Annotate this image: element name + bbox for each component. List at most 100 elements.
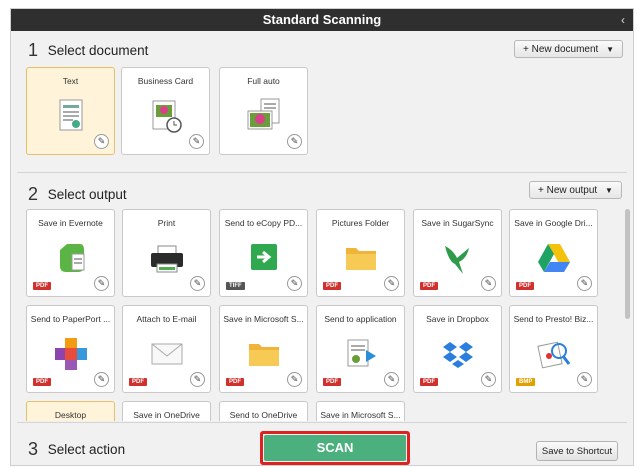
send-to-application-icon [347,339,376,367]
section-1-number: 1 [28,40,39,60]
document-tile-text[interactable]: Text ✎ [26,67,115,155]
section-1-title: Select document [47,43,149,58]
tile-label: Print [157,218,176,228]
output-tile-microsoft-sharepoint[interactable]: Save in Microsoft S... PDF ✎ [219,305,308,393]
standard-scanning-window: Standard Scanning ‹ 1 Select document + … [10,8,634,466]
edit-icon[interactable]: ✎ [384,276,399,291]
output-tile-print[interactable]: Print ✎ [122,209,211,297]
edit-icon[interactable]: ✎ [287,276,302,291]
edit-icon[interactable]: ✎ [577,372,592,387]
section-2-header: 2 Select output [28,184,127,205]
tiff-badge: TIFF [226,282,245,290]
output-tile-paperport[interactable]: Send to PaperPort ... PDF ✎ [26,305,115,393]
bmp-badge: BMP [516,378,536,386]
tile-frame: Save in Microsoft S... [316,401,405,421]
tile-label: Desktop [54,410,87,420]
tile-frame: Desktop [26,401,115,421]
edit-icon[interactable]: ✎ [481,372,496,387]
plus-icon: + [523,44,529,55]
collapse-icon[interactable]: ‹ [621,9,625,31]
new-output-label: New output [546,185,598,196]
window-title: Standard Scanning [262,12,382,27]
section-1-header: 1 Select document [28,40,148,61]
tile-label: Save in Evernote [38,218,103,228]
section-2-number: 2 [28,184,39,204]
edit-icon[interactable]: ✎ [189,134,204,149]
tile-label: Send to eCopy PD... [224,218,303,228]
paperport-icon [54,338,87,370]
section-divider [17,422,627,423]
business-card-icon [152,100,182,133]
edit-icon[interactable]: ✎ [190,276,205,291]
edit-icon[interactable]: ✎ [384,372,399,387]
tile-label: Save in Microsoft S... [320,410,401,420]
edit-icon[interactable]: ✎ [577,276,592,291]
new-output-button[interactable]: + New output ▼ [529,181,622,199]
tile-frame: Save in OneDrive [122,401,211,421]
pdf-badge: PDF [226,378,244,386]
output-tile-pictures-folder[interactable]: Pictures Folder PDF ✎ [316,209,405,297]
edit-icon[interactable]: ✎ [190,372,205,387]
folder-icon [248,344,279,366]
google-drive-icon [537,244,570,272]
new-document-button[interactable]: + New document ▼ [514,40,624,58]
save-to-shortcut-button[interactable]: Save to Shortcut [536,441,618,461]
tile-label: Pictures Folder [331,218,390,228]
vertical-scrollbar[interactable] [625,209,630,319]
title-bar: Standard Scanning ‹ [11,9,633,31]
pdf-badge: PDF [420,282,438,290]
edit-icon[interactable]: ✎ [94,372,109,387]
edit-icon[interactable]: ✎ [481,276,496,291]
section-divider [17,172,627,173]
sugarsync-icon [444,246,469,274]
output-tile-send-to-application[interactable]: Send to application PDF ✎ [316,305,405,393]
output-tile-onedrive-save[interactable]: Save in OneDrive [122,401,211,421]
document-tile-business-card[interactable]: Business Card ✎ [121,67,210,155]
tile-label: Save in Dropbox [426,314,489,324]
tile-frame: Send to OneDrive [219,401,308,421]
tile-label: Full auto [247,76,280,86]
scan-button[interactable]: SCAN [264,435,406,461]
output-tile-desktop[interactable]: Desktop [26,401,115,421]
text-document-icon [59,99,82,131]
ecopy-icon [250,244,277,270]
pdf-badge: PDF [420,378,438,386]
edit-icon[interactable]: ✎ [94,276,109,291]
tile-label: Send to OneDrive [229,410,298,420]
pdf-badge: PDF [323,378,341,386]
tile-label: Save in Microsoft S... [223,314,304,324]
edit-icon[interactable]: ✎ [94,134,109,149]
email-icon [151,343,182,365]
output-tile-onedrive-send[interactable]: Send to OneDrive [219,401,308,421]
output-tile-email[interactable]: Attach to E-mail PDF ✎ [122,305,211,393]
output-tile-microsoft-s[interactable]: Save in Microsoft S... [316,401,405,421]
tile-label: Send to Presto! Biz... [513,314,594,324]
pdf-badge: PDF [516,282,534,290]
dropbox-icon [442,342,473,368]
output-tile-presto-biz[interactable]: Send to Presto! Biz... BMP ✎ [509,305,598,393]
output-tile-sugarsync[interactable]: Save in SugarSync PDF ✎ [413,209,502,297]
edit-icon[interactable]: ✎ [287,134,302,149]
output-tile-evernote[interactable]: Save in Evernote PDF ✎ [26,209,115,297]
pdf-badge: PDF [129,378,147,386]
section-3-number: 3 [28,439,39,459]
output-tile-google-drive[interactable]: Save in Google Dri... PDF ✎ [509,209,598,297]
chevron-down-icon: ▼ [605,186,613,195]
output-tile-dropbox[interactable]: Save in Dropbox PDF ✎ [413,305,502,393]
new-document-label: New document [531,44,599,55]
evernote-icon [59,244,84,272]
printer-icon [150,245,183,273]
chevron-down-icon: ▼ [606,45,615,54]
tile-label: Send to application [324,314,397,324]
tile-label: Save in Google Dri... [514,218,593,228]
plus-icon: + [538,185,544,196]
tile-label: Text [62,76,79,86]
document-tile-full-auto[interactable]: Full auto ✎ [219,67,308,155]
pdf-badge: PDF [33,378,51,386]
output-tile-ecopy[interactable]: Send to eCopy PD... TIFF ✎ [219,209,308,297]
section-3-header: 3 Select action [28,439,125,460]
tile-label: Save in SugarSync [421,218,494,228]
full-auto-icon [247,98,279,130]
folder-icon [345,248,376,270]
edit-icon[interactable]: ✎ [287,372,302,387]
